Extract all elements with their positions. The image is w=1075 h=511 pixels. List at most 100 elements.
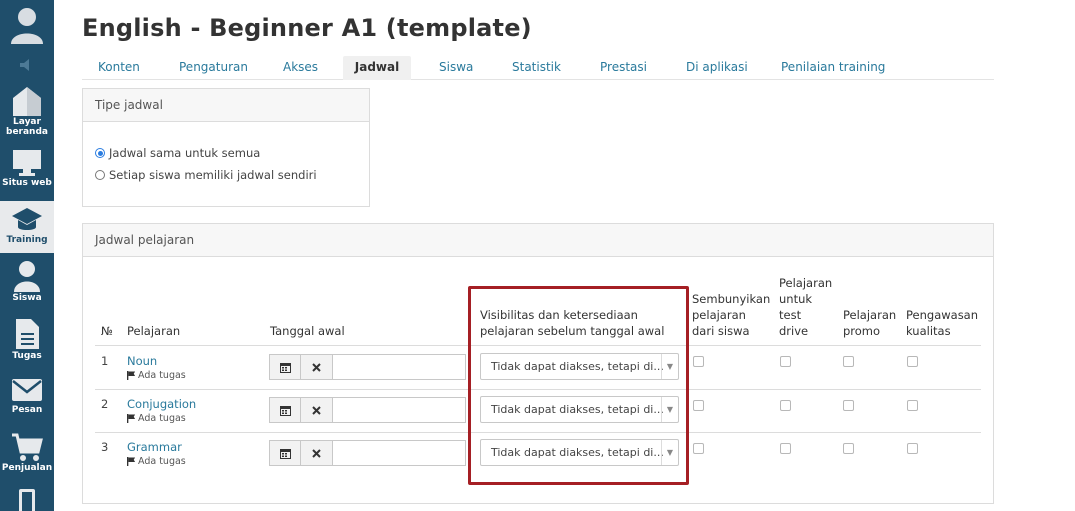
start-date-input[interactable] — [333, 397, 466, 423]
chevron-down-icon: ▼ — [661, 397, 678, 422]
flag-icon — [127, 414, 136, 423]
lesson-link[interactable]: Noun — [127, 354, 157, 368]
sidebar-sound[interactable] — [0, 58, 54, 74]
lesson-link[interactable]: Grammar — [127, 440, 182, 454]
header-line: kualitas — [906, 324, 951, 338]
hide-lesson-checkbox[interactable] — [693, 443, 704, 454]
header-line: Visibilitas dan ketersediaan — [480, 308, 638, 322]
select-value: Tidak dapat diakses, tetapi di... — [491, 403, 664, 416]
radio-button[interactable] — [95, 170, 105, 180]
column-header-lesson: Pelajaran — [127, 324, 181, 338]
flag-icon — [127, 371, 136, 380]
clear-date-button[interactable] — [301, 397, 333, 423]
tab-pengaturan[interactable]: Pengaturan — [179, 56, 248, 80]
start-date-input[interactable] — [333, 440, 466, 466]
calendar-button[interactable] — [269, 440, 301, 466]
column-header-test-drive: Pelajaran untuk test drive — [779, 275, 832, 339]
page-title: English - Beginner A1 (template) — [82, 14, 532, 42]
sidebar: Layar beranda Situs web Training Siswa T… — [0, 0, 54, 511]
sidebar-item-students[interactable]: Siswa — [0, 260, 54, 306]
flag-icon — [127, 457, 136, 466]
header-line: promo — [843, 324, 881, 338]
tab-statistik[interactable]: Statistik — [512, 56, 561, 80]
task-label: Ada tugas — [138, 456, 186, 467]
quality-checkbox[interactable] — [907, 443, 918, 454]
tab-konten[interactable]: Konten — [98, 56, 140, 80]
header-line: untuk — [779, 292, 813, 306]
sidebar-avatar[interactable] — [0, 4, 54, 46]
close-icon — [312, 448, 321, 458]
header-line: Sembunyikan — [692, 292, 771, 306]
date-picker — [269, 354, 466, 380]
clear-date-button[interactable] — [301, 354, 333, 380]
sidebar-item-home[interactable]: Layar beranda — [0, 86, 54, 140]
sidebar-item-label: Siswa — [12, 293, 42, 303]
task-indicator: Ada tugas — [127, 370, 186, 381]
calendar-icon — [279, 448, 291, 459]
sidebar-item-label: Penjualan — [1, 463, 53, 473]
task-indicator: Ada tugas — [127, 456, 186, 467]
header-line: test — [779, 308, 802, 322]
visibility-select[interactable]: Tidak dapat diakses, tetapi di... ▼ — [480, 396, 679, 423]
tab-penilaian-training[interactable]: Penilaian training — [781, 56, 885, 80]
home-icon — [13, 87, 41, 116]
sidebar-item-website[interactable]: Situs web — [0, 149, 54, 195]
chevron-down-icon: ▼ — [661, 440, 678, 465]
test-drive-checkbox[interactable] — [780, 443, 791, 454]
row-number: 2 — [101, 397, 109, 411]
sidebar-item-label: Situs web — [2, 178, 52, 188]
header-line: Pelajaran — [779, 276, 833, 290]
lesson-link[interactable]: Conjugation — [127, 397, 196, 411]
row-divider — [95, 345, 981, 346]
visibility-select[interactable]: Tidak dapat diakses, tetapi di... ▼ — [480, 353, 679, 380]
header-line: dari siswa — [692, 324, 750, 338]
header-line: drive — [779, 324, 809, 338]
column-header-quality: Pengawasan kualitas — [906, 307, 978, 339]
sidebar-item-app[interactable] — [0, 487, 54, 511]
date-picker — [269, 440, 466, 466]
header-line: pelajaran — [692, 308, 746, 322]
header-line: pelajaran sebelum tanggal awal — [480, 324, 665, 338]
tab-siswa[interactable]: Siswa — [439, 56, 473, 80]
promo-checkbox[interactable] — [843, 400, 854, 411]
sidebar-item-messages[interactable]: Pesan — [0, 376, 54, 420]
hide-lesson-checkbox[interactable] — [693, 400, 704, 411]
radio-button-checked[interactable] — [95, 148, 105, 158]
sidebar-item-tasks[interactable]: Tugas — [0, 318, 54, 364]
quality-checkbox[interactable] — [907, 356, 918, 367]
task-label: Ada tugas — [138, 413, 186, 424]
radio-own-schedule[interactable]: Setiap siswa memiliki jadwal sendiri — [95, 168, 317, 182]
tab-prestasi[interactable]: Prestasi — [600, 56, 647, 80]
tab-di-aplikasi[interactable]: Di aplikasi — [686, 56, 748, 80]
select-value: Tidak dapat diakses, tetapi di... — [491, 446, 664, 459]
radio-same-schedule[interactable]: Jadwal sama untuk semua — [95, 146, 260, 160]
calendar-button[interactable] — [269, 354, 301, 380]
calendar-button[interactable] — [269, 397, 301, 423]
date-picker — [269, 397, 466, 423]
cart-icon — [12, 433, 43, 461]
radio-label: Setiap siswa memiliki jadwal sendiri — [109, 168, 317, 182]
start-date-input[interactable] — [333, 354, 466, 380]
test-drive-checkbox[interactable] — [780, 400, 791, 411]
mobile-icon — [19, 489, 35, 511]
visibility-select[interactable]: Tidak dapat diakses, tetapi di... ▼ — [480, 439, 679, 466]
sidebar-item-sales[interactable]: Penjualan — [0, 432, 54, 478]
select-value: Tidak dapat diakses, tetapi di... — [491, 360, 664, 373]
header-line: Pengawasan — [906, 308, 979, 322]
clear-date-button[interactable] — [301, 440, 333, 466]
sidebar-item-label: Tugas — [12, 351, 42, 361]
tab-akses[interactable]: Akses — [283, 56, 318, 80]
hide-lesson-checkbox[interactable] — [693, 356, 704, 367]
panel-title: Jadwal pelajaran — [83, 224, 993, 257]
test-drive-checkbox[interactable] — [780, 356, 791, 367]
radio-label: Jadwal sama untuk semua — [109, 146, 261, 160]
promo-checkbox[interactable] — [843, 443, 854, 454]
tab-jadwal[interactable]: Jadwal — [343, 56, 411, 80]
close-icon — [312, 362, 321, 372]
speaker-icon — [20, 59, 29, 71]
promo-checkbox[interactable] — [843, 356, 854, 367]
task-label: Ada tugas — [138, 370, 186, 381]
sidebar-item-training[interactable]: Training — [0, 201, 54, 253]
quality-checkbox[interactable] — [907, 400, 918, 411]
calendar-icon — [279, 362, 291, 373]
